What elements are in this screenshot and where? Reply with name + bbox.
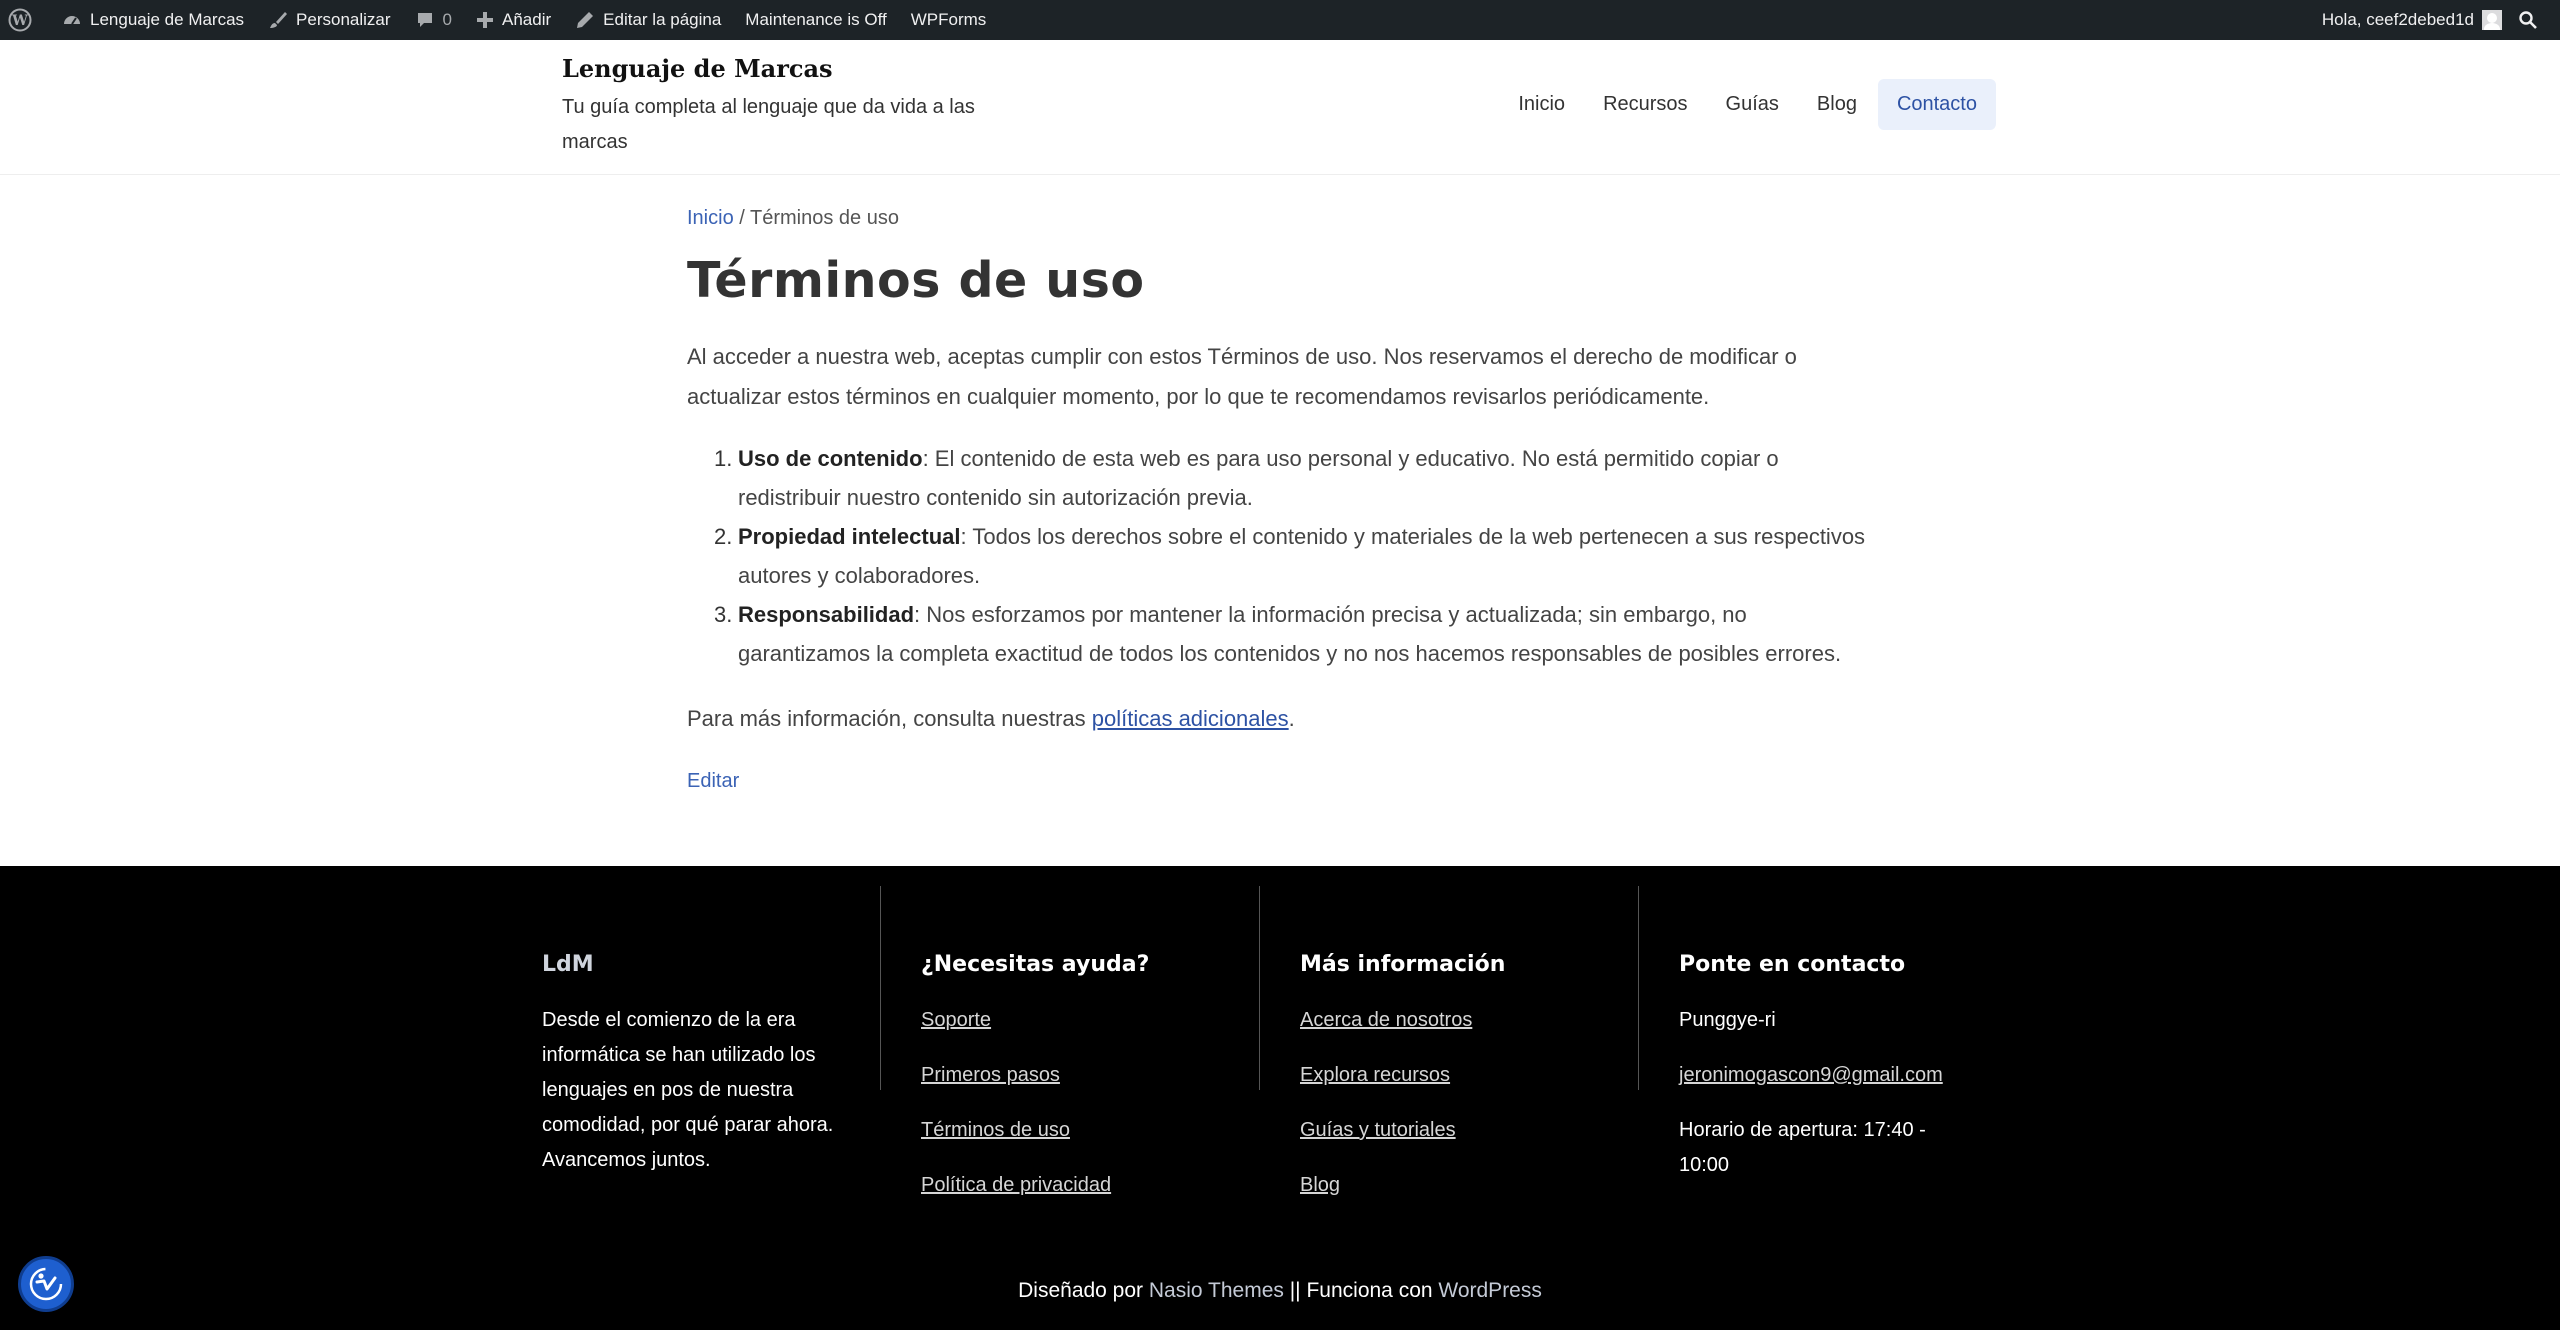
avatar xyxy=(2482,10,2502,30)
footer-link-soporte[interactable]: Soporte xyxy=(921,1003,1111,1058)
comments-count: 0 xyxy=(442,10,453,29)
nav-item-recursos[interactable]: Recursos xyxy=(1584,79,1706,130)
footer-column-info: Más información Acerca de nosotros Explo… xyxy=(1260,886,1639,1196)
footer-link-primeros-pasos[interactable]: Primeros pasos xyxy=(921,1058,1111,1113)
term-name: Uso de contenido xyxy=(738,446,923,471)
footer-help-links: Soporte Primeros pasos Términos de uso P… xyxy=(921,1003,1111,1223)
list-number: 2. xyxy=(714,524,733,549)
page-title: Términos de uso xyxy=(687,252,1145,309)
wpforms-label: WPForms xyxy=(910,10,987,29)
nav-item-contacto[interactable]: Contacto xyxy=(1877,79,1996,130)
maintenance-menu[interactable]: Maintenance is Off xyxy=(733,0,898,40)
wpforms-menu[interactable]: WPForms xyxy=(899,0,999,40)
footer-about-text: Desde el comienzo de la era informática … xyxy=(542,1009,834,1171)
plus-icon xyxy=(477,12,494,28)
contact-email-link[interactable]: jeronimogascon9@gmail.com xyxy=(1679,1064,1943,1086)
site-name-menu[interactable]: Lenguaje de Marcas xyxy=(50,0,256,40)
list-item: 3. Responsabilidad: Nos esforzamos por m… xyxy=(687,595,1873,673)
credits-theme-link[interactable]: Nasio Themes xyxy=(1149,1279,1284,1302)
admin-bar: W Lenguaje de Marcas Personalizar 0 Añad… xyxy=(0,0,2560,40)
footer-heading: LdM xyxy=(542,952,594,977)
credits-prefix: Diseñado por xyxy=(1018,1279,1149,1302)
footer-column-contact: Ponte en contacto Punggye-ri jeronimogas… xyxy=(1639,886,2019,1176)
pencil-icon xyxy=(577,12,594,28)
svg-text:W: W xyxy=(11,13,28,29)
footer-heading: Ponte en contacto xyxy=(1679,952,1906,977)
maintenance-label: Maintenance is Off xyxy=(745,10,887,29)
main-content: Inicio / Términos de uso Términos de uso… xyxy=(687,175,1873,793)
list-item: 2. Propiedad intelectual: Todos los dere… xyxy=(687,517,1873,595)
footer-info-links: Acerca de nosotros Explora recursos Guía… xyxy=(1300,1003,1472,1223)
list-number: 1. xyxy=(714,446,733,471)
primary-nav: Inicio Recursos Guías Blog Contacto xyxy=(1499,79,1996,130)
nav-item-guias[interactable]: Guías xyxy=(1707,79,1798,130)
edit-page-label: Editar la página xyxy=(603,10,722,29)
wordpress-icon: W xyxy=(8,8,32,32)
footer-link-privacidad[interactable]: Política de privacidad xyxy=(921,1168,1111,1223)
breadcrumb-separator: / xyxy=(733,207,751,229)
edit-link[interactable]: Editar xyxy=(687,770,739,793)
nav-item-inicio[interactable]: Inicio xyxy=(1499,79,1584,130)
site-name-label: Lenguaje de Marcas xyxy=(90,10,245,29)
footer-heading: Más información xyxy=(1300,952,1506,977)
term-name: Responsabilidad xyxy=(738,602,915,627)
accessibility-button[interactable] xyxy=(18,1256,74,1312)
nav-item-blog[interactable]: Blog xyxy=(1798,79,1876,130)
site-header: Lenguaje de Marcas Tu guía completa al l… xyxy=(0,40,2560,175)
footer-link-guias[interactable]: Guías y tutoriales xyxy=(1300,1113,1472,1168)
comment-icon xyxy=(417,13,432,27)
footer-column-help: ¿Necesitas ayuda? Soporte Primeros pasos… xyxy=(881,886,1260,1196)
site-footer: LdM Desde el comienzo de la era informát… xyxy=(0,866,2560,1330)
wordpress-menu[interactable]: W xyxy=(0,0,50,40)
add-new-label: Añadir xyxy=(502,10,552,29)
contact-location: Punggye-ri xyxy=(1679,1009,1776,1031)
account-menu[interactable]: Hola, ceef2debed1d xyxy=(2310,0,2514,40)
credits-wordpress-link[interactable]: WordPress xyxy=(1438,1279,1541,1302)
contact-email-row: jeronimogascon9@gmail.com xyxy=(1679,1058,1979,1113)
brush-icon xyxy=(270,12,288,28)
footer-contact: Punggye-ri jeronimogascon9@gmail.com Hor… xyxy=(1679,1003,1979,1183)
site-title[interactable]: Lenguaje de Marcas xyxy=(562,54,833,83)
admin-search[interactable] xyxy=(2514,0,2560,40)
more-info-suffix: . xyxy=(1288,706,1295,731)
breadcrumb: Inicio / Términos de uso xyxy=(687,207,1873,230)
additional-policies-link[interactable]: políticas adicionales xyxy=(1092,706,1289,731)
footer-link-blog[interactable]: Blog xyxy=(1300,1168,1472,1223)
footer-credits: Diseñado por Nasio Themes || Funciona co… xyxy=(0,1279,2560,1303)
credits-mid: || Funciona con xyxy=(1283,1279,1439,1302)
term-name: Propiedad intelectual xyxy=(738,524,961,549)
search-icon xyxy=(2519,11,2537,29)
contact-hours: Horario de apertura: 17:40 - 10:00 xyxy=(1679,1119,1926,1176)
add-new-menu[interactable]: Añadir xyxy=(464,0,563,40)
more-info-paragraph: Para más información, consulta nuestras … xyxy=(687,706,1873,732)
edit-page-menu[interactable]: Editar la página xyxy=(563,0,733,40)
dashboard-icon xyxy=(64,16,80,25)
terms-list: 1. Uso de contenido: El contenido de est… xyxy=(687,439,1873,673)
footer-link-recursos[interactable]: Explora recursos xyxy=(1300,1058,1472,1113)
breadcrumb-home-link[interactable]: Inicio xyxy=(687,207,734,229)
list-number: 3. xyxy=(714,602,733,627)
greeting-label: Hola, ceef2debed1d xyxy=(2321,10,2474,29)
intro-paragraph: Al acceder a nuestra web, aceptas cumpli… xyxy=(687,344,1797,409)
footer-link-terminos[interactable]: Términos de uso xyxy=(921,1113,1111,1168)
site-tagline: Tu guía completa al lenguaje que da vida… xyxy=(562,96,975,153)
footer-column-about: LdM Desde el comienzo de la era informát… xyxy=(542,886,881,1171)
more-info-prefix: Para más información, consulta nuestras xyxy=(687,706,1092,731)
footer-link-acerca[interactable]: Acerca de nosotros xyxy=(1300,1003,1472,1058)
list-item: 1. Uso de contenido: El contenido de est… xyxy=(687,439,1873,517)
breadcrumb-current: Términos de uso xyxy=(750,207,899,229)
comments-menu[interactable]: 0 xyxy=(403,0,464,40)
customize-label: Personalizar xyxy=(296,10,391,29)
footer-heading: ¿Necesitas ayuda? xyxy=(921,952,1150,977)
accessibility-icon xyxy=(29,1267,63,1301)
customize-menu[interactable]: Personalizar xyxy=(256,0,403,40)
